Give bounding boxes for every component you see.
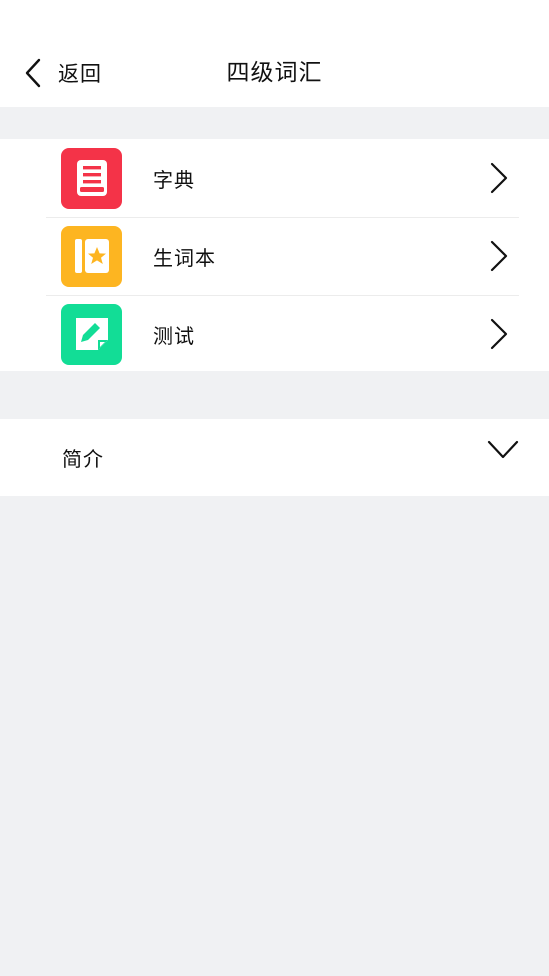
- intro-section[interactable]: 简介: [0, 419, 549, 496]
- chevron-right-icon: [490, 318, 508, 350]
- dictionary-book-icon: [61, 147, 122, 209]
- chevron-down-icon[interactable]: [487, 439, 519, 461]
- chevron-right-icon: [490, 162, 508, 194]
- menu-item-vocabulary-book[interactable]: 生词本: [0, 217, 549, 295]
- menu-item-label: 测试: [153, 323, 195, 348]
- feature-menu: 字典 生词本 测试: [0, 139, 549, 371]
- header-bar: 返回 四级词汇: [0, 0, 549, 107]
- starred-notebook-icon: [61, 225, 122, 287]
- menu-item-test[interactable]: 测试: [0, 295, 549, 373]
- menu-item-label: 生词本: [153, 245, 216, 270]
- menu-item-dictionary[interactable]: 字典: [0, 139, 549, 217]
- menu-item-label: 字典: [153, 167, 195, 192]
- intro-label: 简介: [62, 447, 104, 471]
- chevron-right-icon: [490, 240, 508, 272]
- edit-pencil-icon: [61, 303, 122, 365]
- page-title: 四级词汇: [226, 60, 323, 86]
